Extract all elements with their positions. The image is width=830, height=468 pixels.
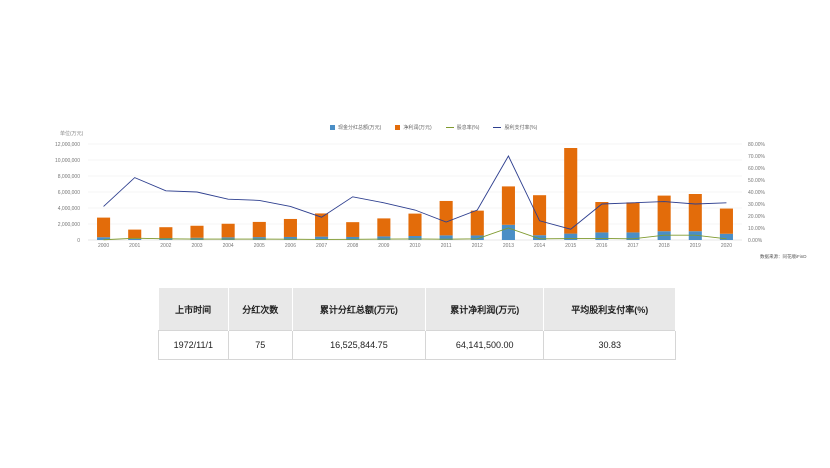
- data-source-label: 数据来源：同花顺iFinD: [760, 254, 807, 259]
- x-tick-label: 2010: [409, 243, 420, 249]
- bar-net-profit: [533, 195, 547, 236]
- legend-swatch-payout: [493, 127, 502, 128]
- legend-item-payout: 股利支付率(%): [493, 124, 537, 131]
- legend-item-dividend: 现金分红总额(万元): [330, 124, 381, 131]
- x-tick-label: 2018: [659, 243, 670, 249]
- x-tick-label: 2006: [285, 243, 296, 249]
- bar-net-profit: [346, 222, 360, 237]
- y-right-tick-label: 70.00%: [748, 154, 766, 160]
- header-listing-date: 上市时间: [158, 288, 229, 331]
- y-left-tick-label: 2,000,000: [58, 222, 80, 228]
- legend-swatch-net-profit: [395, 125, 401, 130]
- x-tick-label: 2008: [347, 243, 358, 249]
- x-tick-label: 2015: [565, 243, 576, 249]
- x-tick-label: 2009: [378, 243, 389, 249]
- cell-dividend-count: 75: [227, 330, 293, 360]
- legend-item-net-profit: 净利润(万元): [395, 124, 432, 131]
- bar-dividend: [252, 237, 266, 240]
- bar-net-profit: [221, 223, 235, 238]
- bar-net-profit: [159, 227, 173, 238]
- bar-dividend: [128, 238, 142, 240]
- y-left-tick-label: 10,000,000: [55, 158, 80, 164]
- header-total-dividend: 累计分红总额(万元): [292, 288, 427, 331]
- x-tick-label: 2020: [721, 243, 732, 249]
- x-tick-label: 2014: [534, 243, 545, 249]
- x-tick-label: 2017: [627, 243, 638, 249]
- summary-data-row: 1972/11/1 75 16,525,844.75 64,141,500.00…: [158, 330, 676, 360]
- summary-header-row: 上市时间 分红次数 累计分红总额(万元) 累计净利润(万元) 平均股利支付率(%…: [158, 288, 676, 331]
- summary-table: 上市时间 分红次数 累计分红总额(万元) 累计净利润(万元) 平均股利支付率(%…: [158, 288, 676, 360]
- legend-label-net-profit: 净利润(万元): [403, 125, 432, 131]
- cell-total-dividend: 16,525,844.75: [291, 330, 427, 360]
- x-tick-label: 2019: [690, 243, 701, 249]
- legend-item-yield: 股息率(%): [445, 124, 480, 131]
- legend-swatch-dividend: [330, 125, 335, 130]
- y-right-tick-label: 20.00%: [748, 214, 766, 220]
- bar-dividend: [501, 224, 515, 240]
- y-axis-unit-label: 单位(万元): [60, 131, 84, 137]
- bar-net-profit: [377, 218, 391, 237]
- bar-dividend: [719, 233, 733, 240]
- x-tick-label: 2002: [160, 243, 171, 249]
- x-tick-label: 2001: [129, 243, 140, 249]
- header-dividend-count: 分红次数: [228, 288, 293, 331]
- bar-net-profit: [252, 221, 266, 238]
- bar-net-profit: [190, 225, 204, 238]
- combo-chart: 0 2,000,000 4,000,000 6,000,000 8,000,000 10,…: [55, 142, 766, 249]
- y-left-tick-label: 0: [77, 238, 80, 244]
- legend-label-dividend: 现金分红总额(万元): [338, 125, 382, 131]
- bar-net-profit: [128, 229, 142, 239]
- y-left-tick-label: 6,000,000: [58, 190, 80, 196]
- legend-label-yield: 股息率(%): [456, 125, 480, 131]
- bar-net-profit: [501, 186, 515, 225]
- x-tick-label: 2003: [191, 243, 202, 249]
- y-left-tick-label: 8,000,000: [58, 174, 80, 180]
- y-right-tick-label: 60.00%: [748, 166, 766, 172]
- bar-net-profit: [595, 202, 609, 233]
- y-left-tick-label: 4,000,000: [58, 206, 80, 212]
- bar-dividend: [470, 235, 484, 240]
- x-tick-label: 2011: [441, 243, 452, 249]
- y-left-tick-label: 12,000,000: [55, 142, 80, 148]
- bar-net-profit: [688, 194, 702, 232]
- legend-label-payout: 股利支付率(%): [504, 125, 538, 131]
- y-right-tick-label: 10.00%: [748, 226, 766, 232]
- cell-avg-payout-ratio: 30.83: [543, 330, 676, 360]
- header-avg-payout-ratio: 平均股利支付率(%): [543, 288, 676, 331]
- y-right-tick-label: 30.00%: [748, 202, 766, 208]
- chart-legend: 现金分红总额(万元) 净利润(万元) 股息率(%) 股利支付率(%): [330, 124, 537, 131]
- y-right-tick-label: 80.00%: [748, 142, 766, 148]
- bar-net-profit: [408, 213, 422, 236]
- legend-swatch-yield: [445, 127, 454, 128]
- y-right-tick-label: 0.00%: [748, 238, 763, 244]
- x-tick-label: 2012: [472, 243, 483, 249]
- bar-net-profit: [719, 208, 733, 234]
- x-tick-label: 2016: [596, 243, 607, 249]
- x-tick-label: 2007: [316, 243, 327, 249]
- header-total-net-profit: 累计净利润(万元): [425, 288, 545, 331]
- bar-net-profit: [626, 202, 640, 233]
- bar-net-profit: [564, 148, 578, 234]
- bar-net-profit: [657, 195, 671, 232]
- x-tick-label: 2000: [98, 243, 109, 249]
- bar-net-profit: [283, 218, 297, 237]
- x-tick-label: 2013: [503, 243, 514, 249]
- cell-listing-date: 1972/11/1: [158, 330, 229, 360]
- bar-net-profit: [439, 200, 453, 236]
- cell-total-net-profit: 64,141,500.00: [425, 330, 545, 360]
- x-tick-label: 2005: [254, 243, 265, 249]
- y-right-tick-label: 40.00%: [748, 190, 766, 196]
- chart-area: 0 2,000,000 4,000,000 6,000,000 8,000,000 10,…: [0, 0, 830, 275]
- y-right-tick-label: 50.00%: [748, 178, 766, 184]
- bar-net-profit: [470, 210, 484, 236]
- x-tick-label: 2004: [223, 243, 234, 249]
- bar-net-profit: [97, 217, 111, 238]
